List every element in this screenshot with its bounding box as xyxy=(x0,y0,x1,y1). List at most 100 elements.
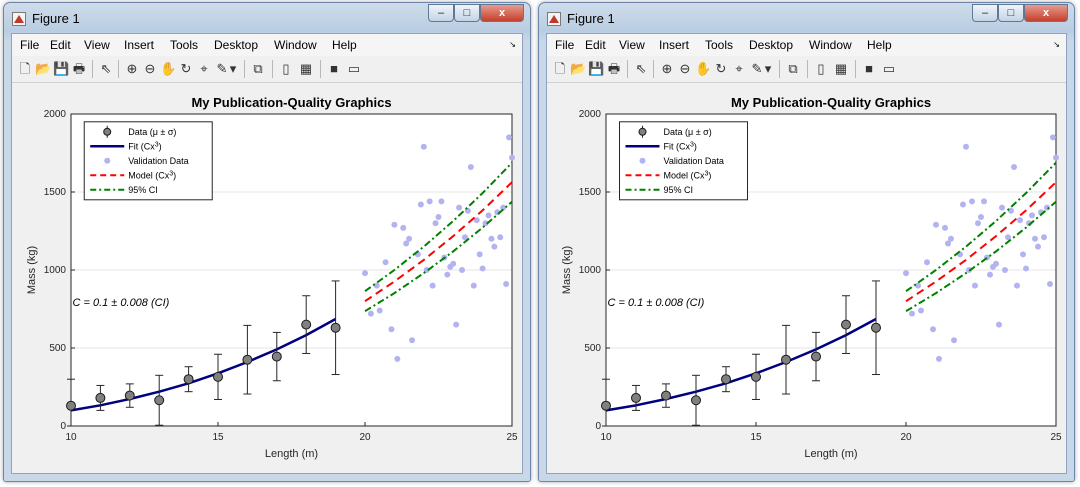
zoom-out-icon[interactable]: ⊖ xyxy=(677,61,693,77)
menu-tools[interactable]: Tools xyxy=(170,38,198,52)
brush-dropdown-icon[interactable]: ▾ xyxy=(763,61,773,77)
show-plot-tools-icon[interactable]: ▭ xyxy=(881,61,897,77)
maximize-button[interactable]: □ xyxy=(998,4,1024,22)
legend-label: 95% CI xyxy=(128,185,158,195)
validation-point xyxy=(388,326,395,333)
insert-legend-icon[interactable]: ▦ xyxy=(298,61,314,77)
new-figure-icon[interactable]: 🗋 xyxy=(552,61,568,77)
insert-colorbar-icon[interactable]: ▯ xyxy=(278,61,294,77)
validation-point xyxy=(1017,217,1023,224)
validation-point xyxy=(969,198,975,205)
toolbar-separator xyxy=(627,60,628,78)
menu-edit[interactable]: Edit xyxy=(50,38,71,52)
menu-insert[interactable]: Insert xyxy=(124,38,154,52)
validation-point xyxy=(1020,251,1026,258)
menu-file[interactable]: File xyxy=(555,38,574,52)
figure-window-left: Figure 1 – □ x File Edit View Insert Too… xyxy=(3,2,531,482)
menu-dock-arrow-icon[interactable]: ↘ xyxy=(509,40,516,49)
pointer-icon[interactable]: ⇖ xyxy=(98,61,114,77)
y-tick-label: 500 xyxy=(49,343,66,354)
menu-window[interactable]: Window xyxy=(809,38,852,52)
zoom-out-icon[interactable]: ⊖ xyxy=(142,61,158,77)
data-point xyxy=(183,374,194,385)
open-file-icon[interactable]: 📂 xyxy=(35,61,51,77)
menu-edit[interactable]: Edit xyxy=(585,38,606,52)
data-point xyxy=(841,319,851,330)
data-point xyxy=(781,354,791,365)
validation-point xyxy=(450,260,457,267)
validation-point xyxy=(930,326,936,333)
validation-point xyxy=(942,224,948,231)
menu-help[interactable]: Help xyxy=(332,38,357,52)
minimize-button[interactable]: – xyxy=(428,4,454,22)
validation-point xyxy=(948,235,954,242)
validation-point xyxy=(367,310,374,317)
pan-icon[interactable]: ✋ xyxy=(160,61,176,77)
link-plot-icon[interactable]: ⧉ xyxy=(250,61,266,77)
close-button[interactable]: x xyxy=(1024,4,1068,22)
title-bar[interactable]: Figure 1 – □ x xyxy=(4,3,530,33)
hide-plot-tools-icon[interactable]: ■ xyxy=(861,61,877,77)
figure-canvas[interactable]: 10 15 20 25 0 500 1000 1500 2000 My Publication-Q… xyxy=(547,83,1066,473)
pan-icon[interactable]: ✋ xyxy=(695,61,711,77)
menu-window[interactable]: Window xyxy=(274,38,317,52)
validation-point xyxy=(485,212,492,219)
chart-left: 10 15 20 25 0 500 1000 1500 2000 My Publication-Q… xyxy=(26,95,518,460)
validation-point xyxy=(975,220,981,227)
validation-point xyxy=(978,213,984,220)
validation-point xyxy=(1002,267,1008,273)
data-point xyxy=(661,390,671,401)
brush-dropdown-icon[interactable]: ▾ xyxy=(228,61,238,77)
validation-point xyxy=(1050,134,1056,141)
validation-point xyxy=(456,204,463,211)
zoom-in-icon[interactable]: ⊕ xyxy=(124,61,140,77)
minimize-button[interactable]: – xyxy=(972,4,998,22)
menu-desktop[interactable]: Desktop xyxy=(749,38,793,52)
insert-legend-icon[interactable]: ▦ xyxy=(833,61,849,77)
close-button[interactable]: x xyxy=(480,4,524,22)
insert-colorbar-icon[interactable]: ▯ xyxy=(813,61,829,77)
save-icon[interactable]: 💾 xyxy=(53,61,69,77)
validation-point xyxy=(420,143,427,150)
menu-help[interactable]: Help xyxy=(867,38,892,52)
validation-point xyxy=(1053,154,1059,161)
figure-canvas[interactable]: 10 15 20 25 0 500 1000 1500 2000 My Publication-Q… xyxy=(12,83,522,473)
y-tick-label: 0 xyxy=(60,421,66,432)
data-cursor-icon[interactable]: ⌖ xyxy=(731,61,747,77)
validation-point xyxy=(444,271,451,278)
legend-data-marker xyxy=(638,127,647,136)
rotate-3d-icon[interactable]: ↻ xyxy=(178,61,194,77)
link-plot-icon[interactable]: ⧉ xyxy=(785,61,801,77)
menu-view[interactable]: View xyxy=(84,38,110,52)
legend-label: Data (μ ± σ) xyxy=(664,127,712,137)
pointer-icon[interactable]: ⇖ xyxy=(633,61,649,77)
toolbar-separator xyxy=(244,60,245,78)
menu-file[interactable]: File xyxy=(20,38,39,52)
rotate-3d-icon[interactable]: ↻ xyxy=(713,61,729,77)
print-icon[interactable]: 🖶 xyxy=(606,61,622,77)
print-icon[interactable]: 🖶 xyxy=(71,61,87,77)
legend-label: Validation Data xyxy=(128,156,188,166)
menu-dock-arrow-icon[interactable]: ↘ xyxy=(1053,40,1060,49)
open-file-icon[interactable]: 📂 xyxy=(570,61,586,77)
toolbar-separator xyxy=(807,60,808,78)
maximize-button[interactable]: □ xyxy=(454,4,480,22)
show-plot-tools-icon[interactable]: ▭ xyxy=(346,61,362,77)
y-axis-label: Mass (kg) xyxy=(561,246,573,294)
validation-point xyxy=(497,234,504,241)
validation-point xyxy=(382,259,389,266)
menu-desktop[interactable]: Desktop xyxy=(214,38,258,52)
new-figure-icon[interactable]: 🗋 xyxy=(17,61,33,77)
validation-point xyxy=(373,282,380,289)
zoom-in-icon[interactable]: ⊕ xyxy=(659,61,675,77)
validation-point xyxy=(509,154,515,161)
menu-insert[interactable]: Insert xyxy=(659,38,689,52)
hide-plot-tools-icon[interactable]: ■ xyxy=(326,61,342,77)
save-icon[interactable]: 💾 xyxy=(588,61,604,77)
validation-point xyxy=(924,259,930,266)
data-cursor-icon[interactable]: ⌖ xyxy=(196,61,212,77)
legend-validation-marker xyxy=(104,157,111,164)
menu-tools[interactable]: Tools xyxy=(705,38,733,52)
menu-view[interactable]: View xyxy=(619,38,645,52)
title-bar[interactable]: Figure 1 – □ x xyxy=(539,3,1074,33)
